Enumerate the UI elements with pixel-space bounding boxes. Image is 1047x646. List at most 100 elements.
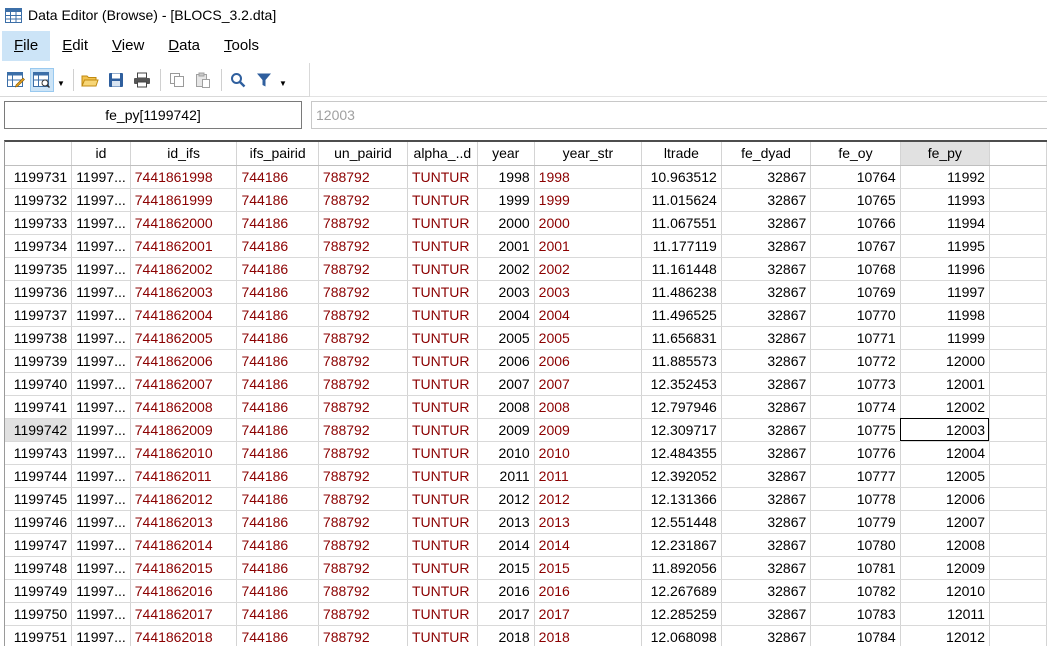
cell-ltrade[interactable]: 12.551448 (641, 510, 722, 534)
cell-alpha-d[interactable]: TUNTUR (407, 556, 478, 580)
cell-fe-oy[interactable]: 10768 (810, 257, 901, 281)
cell-ltrade[interactable]: 10.963512 (641, 165, 722, 189)
row-number[interactable]: 1199748 (5, 556, 73, 580)
cell-id[interactable]: 11997... (71, 579, 131, 603)
cell-id-ifs[interactable]: 7441862003 (130, 280, 238, 304)
cell-year[interactable]: 2000 (477, 211, 535, 235)
cell-ltrade[interactable]: 12.309717 (641, 418, 722, 442)
cell-ifs-pairid[interactable]: 744186 (236, 579, 319, 603)
cell-ifs-pairid[interactable]: 744186 (236, 510, 319, 534)
cell-fe-oy[interactable]: 10772 (810, 349, 901, 373)
row-number[interactable]: 1199747 (5, 533, 73, 557)
cell-id[interactable]: 11997... (71, 211, 131, 235)
cell-year-str[interactable]: 2014 (534, 533, 643, 557)
cell-alpha-d[interactable]: TUNTUR (407, 303, 478, 327)
cell-id-ifs[interactable]: 7441862000 (130, 211, 238, 235)
column-header-un-pairid[interactable]: un_pairid (318, 142, 408, 166)
cell-un-pairid[interactable]: 788792 (318, 349, 408, 373)
cell-id-ifs[interactable]: 7441862010 (130, 441, 238, 465)
cell-year[interactable]: 2007 (477, 372, 535, 396)
cell-ltrade[interactable]: 11.885573 (641, 349, 722, 373)
cell-id[interactable]: 11997... (71, 395, 131, 419)
cell-fe-py[interactable]: 11993 (900, 188, 990, 212)
cell-year-str[interactable]: 2016 (534, 579, 643, 603)
cell-id-ifs[interactable]: 7441862015 (130, 556, 238, 580)
cell-ifs-pairid[interactable]: 744186 (236, 280, 319, 304)
cell-year-str[interactable]: 2017 (534, 602, 643, 626)
row-number[interactable]: 1199736 (5, 280, 73, 304)
browse-dropdown-caret[interactable]: ▼ (56, 68, 66, 92)
cell-fe-dyad[interactable]: 32867 (721, 556, 812, 580)
cell-year[interactable]: 2018 (477, 625, 535, 646)
cell-alpha-d[interactable]: TUNTUR (407, 395, 478, 419)
cell-id-ifs[interactable]: 7441862002 (130, 257, 238, 281)
cell-year[interactable]: 2006 (477, 349, 535, 373)
cell-id[interactable]: 11997... (71, 234, 131, 258)
cell-year[interactable]: 2012 (477, 487, 535, 511)
cell-un-pairid[interactable]: 788792 (318, 372, 408, 396)
cell-id-ifs[interactable]: 7441862001 (130, 234, 238, 258)
cell-fe-oy[interactable]: 10776 (810, 441, 901, 465)
column-header-alpha-d[interactable]: alpha_..d (407, 142, 478, 166)
cell-ifs-pairid[interactable]: 744186 (236, 487, 319, 511)
cell-alpha-d[interactable]: TUNTUR (407, 372, 478, 396)
cell-fe-oy[interactable]: 10766 (810, 211, 901, 235)
cell-ifs-pairid[interactable]: 744186 (236, 349, 319, 373)
cell-fe-py[interactable]: 11997 (900, 280, 990, 304)
cell-year[interactable]: 1999 (477, 188, 535, 212)
cell-alpha-d[interactable]: TUNTUR (407, 234, 478, 258)
cell-fe-dyad[interactable]: 32867 (721, 234, 812, 258)
cell-year[interactable]: 2003 (477, 280, 535, 304)
cell-fe-py[interactable]: 12007 (900, 510, 990, 534)
cell-year[interactable]: 2001 (477, 234, 535, 258)
cell-id[interactable]: 11997... (71, 533, 131, 557)
row-number[interactable]: 1199731 (5, 165, 73, 189)
cell-ifs-pairid[interactable]: 744186 (236, 395, 319, 419)
open-button[interactable] (78, 68, 102, 92)
cell-fe-dyad[interactable]: 32867 (721, 372, 812, 396)
cell-fe-dyad[interactable]: 32867 (721, 487, 812, 511)
cell-alpha-d[interactable]: TUNTUR (407, 579, 478, 603)
cell-id-ifs[interactable]: 7441862013 (130, 510, 238, 534)
cell-fe-oy[interactable]: 10773 (810, 372, 901, 396)
cell-un-pairid[interactable]: 788792 (318, 303, 408, 327)
cell-ltrade[interactable]: 11.656831 (641, 326, 722, 350)
row-number[interactable]: 1199733 (5, 211, 73, 235)
cell-un-pairid[interactable]: 788792 (318, 326, 408, 350)
cell-ltrade[interactable]: 11.496525 (641, 303, 722, 327)
cell-fe-py[interactable]: 12008 (900, 533, 990, 557)
cell-id[interactable]: 11997... (71, 326, 131, 350)
cell-alpha-d[interactable]: TUNTUR (407, 602, 478, 626)
cell-un-pairid[interactable]: 788792 (318, 234, 408, 258)
row-number[interactable]: 1199746 (5, 510, 73, 534)
cell-fe-dyad[interactable]: 32867 (721, 533, 812, 557)
cell-year-str[interactable]: 2012 (534, 487, 643, 511)
cell-year-str[interactable]: 2002 (534, 257, 643, 281)
cell-id-ifs[interactable]: 7441862016 (130, 579, 238, 603)
cell-alpha-d[interactable]: TUNTUR (407, 211, 478, 235)
print-button[interactable] (130, 68, 154, 92)
cell-ltrade[interactable]: 12.797946 (641, 395, 722, 419)
cell-id[interactable]: 11997... (71, 556, 131, 580)
cell-value-field[interactable]: 12003 (311, 101, 1047, 129)
cell-year-str[interactable]: 2015 (534, 556, 643, 580)
cell-fe-oy[interactable]: 10780 (810, 533, 901, 557)
cell-fe-oy[interactable]: 10774 (810, 395, 901, 419)
cell-year-str[interactable]: 2018 (534, 625, 643, 646)
cell-un-pairid[interactable]: 788792 (318, 257, 408, 281)
cell-fe-py[interactable]: 12003 (900, 418, 990, 442)
cell-ifs-pairid[interactable]: 744186 (236, 556, 319, 580)
cell-year-str[interactable]: 1998 (534, 165, 643, 189)
cell-fe-oy[interactable]: 10765 (810, 188, 901, 212)
cell-fe-oy[interactable]: 10764 (810, 165, 901, 189)
data-editor-edit-button[interactable] (4, 68, 28, 92)
cell-ifs-pairid[interactable]: 744186 (236, 533, 319, 557)
row-number[interactable]: 1199732 (5, 188, 73, 212)
cell-fe-oy[interactable]: 10783 (810, 602, 901, 626)
cell-id[interactable]: 11997... (71, 257, 131, 281)
cell-id[interactable]: 11997... (71, 464, 131, 488)
cell-alpha-d[interactable]: TUNTUR (407, 188, 478, 212)
cell-fe-oy[interactable]: 10767 (810, 234, 901, 258)
cell-ltrade[interactable]: 12.267689 (641, 579, 722, 603)
cell-year-str[interactable]: 2009 (534, 418, 643, 442)
